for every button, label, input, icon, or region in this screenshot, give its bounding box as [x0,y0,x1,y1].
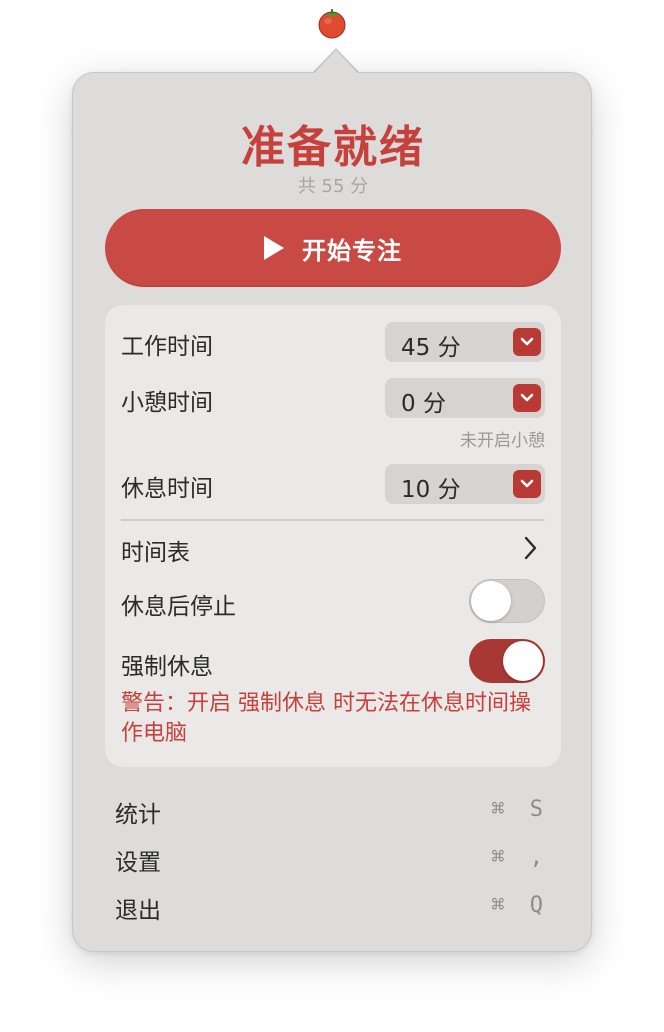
status-title: 准备就绪 [241,122,425,173]
total-time: 共 55 分 [297,176,369,197]
force-rest-warning: 警告：开启 强制休息 时无法在休息时间操作电脑 [121,691,531,746]
menu-item-settings[interactable]: 设置 [115,843,161,877]
short-break-hint: 未开启小憩 [460,431,545,451]
chevron-right-icon[interactable] [515,533,545,563]
short-break-select[interactable]: 0 分 [385,378,545,418]
stop-after-rest-label: 休息后停止 [121,594,236,620]
popover-arrow [314,50,358,73]
toggle-knob [471,581,511,621]
settings-shortcut: ⌘ , [491,845,549,870]
short-break-label: 小憩时间 [121,390,213,416]
chevron-down-icon [513,328,541,356]
start-focus-label: 开始专注 [302,236,402,265]
rest-time-value: 10 分 [401,477,461,503]
toggle-knob [503,641,543,681]
force-rest-toggle[interactable] [469,639,545,683]
work-time-value: 45 分 [401,335,461,361]
play-icon [264,236,284,260]
chevron-down-icon [513,470,541,498]
stats-shortcut: ⌘ S [491,797,549,822]
stop-after-rest-toggle[interactable] [469,579,545,623]
tomato-icon[interactable] [316,7,348,39]
rest-time-label: 休息时间 [121,476,213,502]
settings-divider [121,519,545,521]
menu-item-stats[interactable]: 统计 [115,795,161,829]
settings-card: 工作时间 45 分 小憩时间 0 分 未开启小憩 休息时间 10 分 时间表 休… [105,305,561,767]
short-break-value: 0 分 [401,391,446,417]
quit-shortcut: ⌘ Q [491,893,549,918]
menu-item-quit[interactable]: 退出 [115,891,161,925]
force-rest-label: 强制休息 [121,654,213,680]
start-focus-button[interactable]: 开始专注 [105,209,561,287]
chevron-down-icon [513,384,541,412]
schedule-label: 时间表 [121,540,190,566]
work-time-select[interactable]: 45 分 [385,322,545,362]
work-time-label: 工作时间 [121,334,213,360]
tomato-popover: 准备就绪 共 55 分 开始专注 工作时间 45 分 小憩时间 0 分 未开启小… [72,72,592,952]
rest-time-select[interactable]: 10 分 [385,464,545,504]
